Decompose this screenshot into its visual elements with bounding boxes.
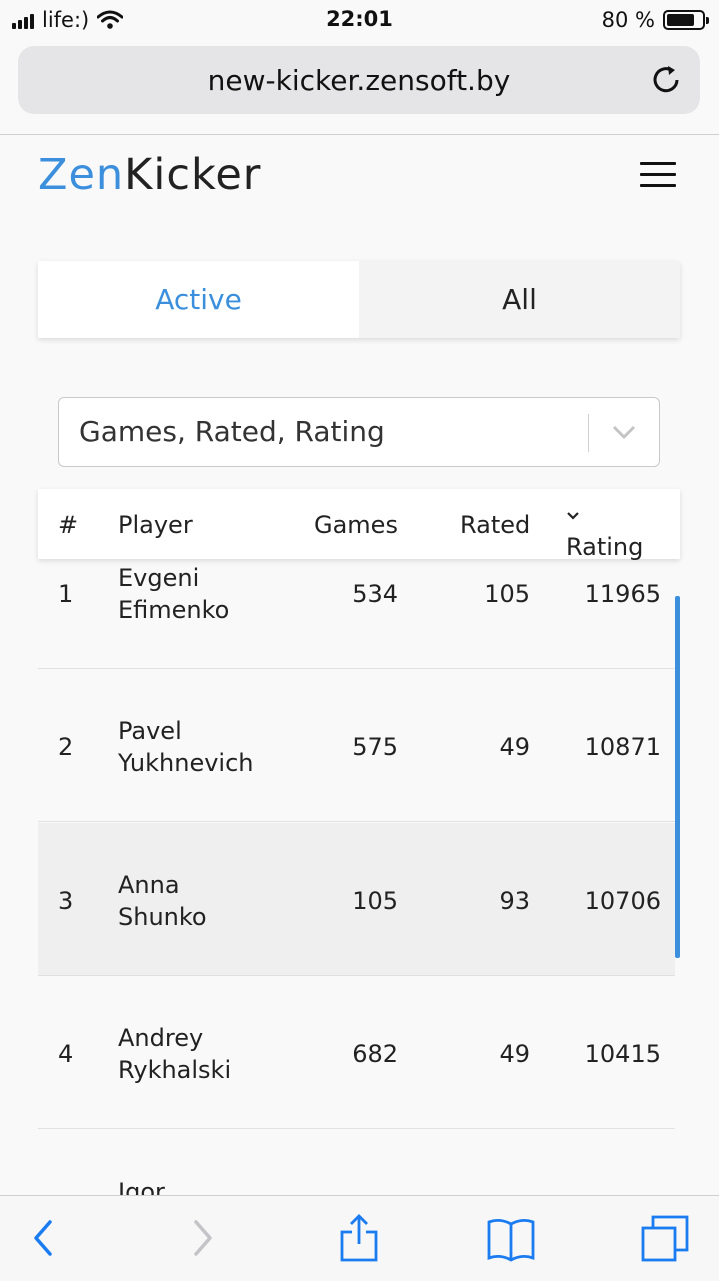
col-header-num: # <box>58 511 79 539</box>
row-rated: 93 <box>499 887 530 915</box>
row-player[interactable]: Evgeni Efimenko <box>118 562 229 626</box>
battery-icon <box>663 10 709 30</box>
row-games: 575 <box>352 733 398 761</box>
row-games: 105 <box>352 887 398 915</box>
battery-group: 80 % <box>601 8 709 32</box>
col-header-rating-label: Rating <box>566 533 644 561</box>
row-rated: 49 <box>499 1040 530 1068</box>
row-player[interactable]: Andrey Rykhalski <box>118 1022 231 1086</box>
player-filter-tabs: Active All <box>38 261 680 338</box>
table-row[interactable]: Igor <box>38 1130 675 1195</box>
row-rank: 2 <box>58 733 74 761</box>
table-row[interactable]: 3 Anna Shunko 105 93 10706 <box>38 823 675 976</box>
row-player[interactable]: Igor <box>118 1176 165 1195</box>
forward-icon[interactable] <box>178 1214 228 1262</box>
menu-icon[interactable] <box>640 162 676 188</box>
row-rating: 10871 <box>584 733 661 761</box>
battery-percent: 80 % <box>601 8 655 32</box>
logo-kicker: Kicker <box>124 150 262 200</box>
row-rating: 11965 <box>584 580 661 608</box>
table-row[interactable]: 2 Pavel Yukhnevich 575 49 10871 <box>38 669 675 822</box>
chevron-down-icon[interactable] <box>611 422 637 442</box>
row-rank: 1 <box>58 580 74 608</box>
player-first-name: Evgeni <box>118 564 200 592</box>
address-bar[interactable]: new-kicker.zensoft.by <box>18 46 700 114</box>
back-icon[interactable] <box>20 1214 70 1262</box>
columns-select-value: Games, Rated, Rating <box>79 415 385 448</box>
col-header-rating[interactable]: Rating <box>566 511 643 561</box>
player-first-name: Pavel <box>118 717 182 745</box>
player-last-name: Efimenko <box>118 596 230 624</box>
player-first-name: Igor <box>118 1178 165 1195</box>
share-icon[interactable] <box>334 1214 384 1262</box>
row-rank: 4 <box>58 1040 74 1068</box>
row-rated: 49 <box>499 733 530 761</box>
sort-desc-icon <box>567 512 579 520</box>
player-last-name: Shunko <box>118 903 207 931</box>
player-first-name: Andrey <box>118 1024 204 1052</box>
columns-select[interactable]: Games, Rated, Rating <box>58 397 660 467</box>
table-scrollbar[interactable] <box>675 596 680 958</box>
status-bar: life:) 22:01 80 % <box>0 0 719 40</box>
col-header-player[interactable]: Player <box>118 511 193 539</box>
player-first-name: Anna <box>118 871 180 899</box>
reload-icon[interactable] <box>648 62 684 98</box>
bookmarks-icon[interactable] <box>486 1214 536 1262</box>
row-rating: 10706 <box>584 887 661 915</box>
player-last-name: Rykhalski <box>118 1056 232 1084</box>
tabs-icon[interactable] <box>640 1214 690 1262</box>
row-rating: 10415 <box>584 1040 661 1068</box>
row-rank: 3 <box>58 887 74 915</box>
table-header: # Player Games Rated Rating <box>38 489 680 561</box>
browser-toolbar <box>0 1195 719 1281</box>
col-header-games[interactable]: Games <box>314 511 398 539</box>
col-header-rated[interactable]: Rated <box>460 511 530 539</box>
player-last-name: Yukhnevich <box>118 749 254 777</box>
row-games: 682 <box>352 1040 398 1068</box>
logo-zen: Zen <box>38 150 125 200</box>
players-table-body: 1 Evgeni Efimenko 534 105 11965 2 Pavel … <box>38 516 675 1195</box>
row-games: 534 <box>352 580 398 608</box>
tab-active[interactable]: Active <box>38 261 359 338</box>
select-separator <box>588 414 589 452</box>
logo[interactable]: ZenKicker <box>38 150 261 200</box>
tab-all[interactable]: All <box>359 261 680 338</box>
table-row[interactable]: 4 Andrey Rykhalski 682 49 10415 <box>38 976 675 1129</box>
row-player[interactable]: Pavel Yukhnevich <box>118 715 253 779</box>
toolbar-divider <box>0 134 719 135</box>
row-player[interactable]: Anna Shunko <box>118 869 207 933</box>
row-rated: 105 <box>484 580 530 608</box>
url-text[interactable]: new-kicker.zensoft.by <box>18 64 700 97</box>
